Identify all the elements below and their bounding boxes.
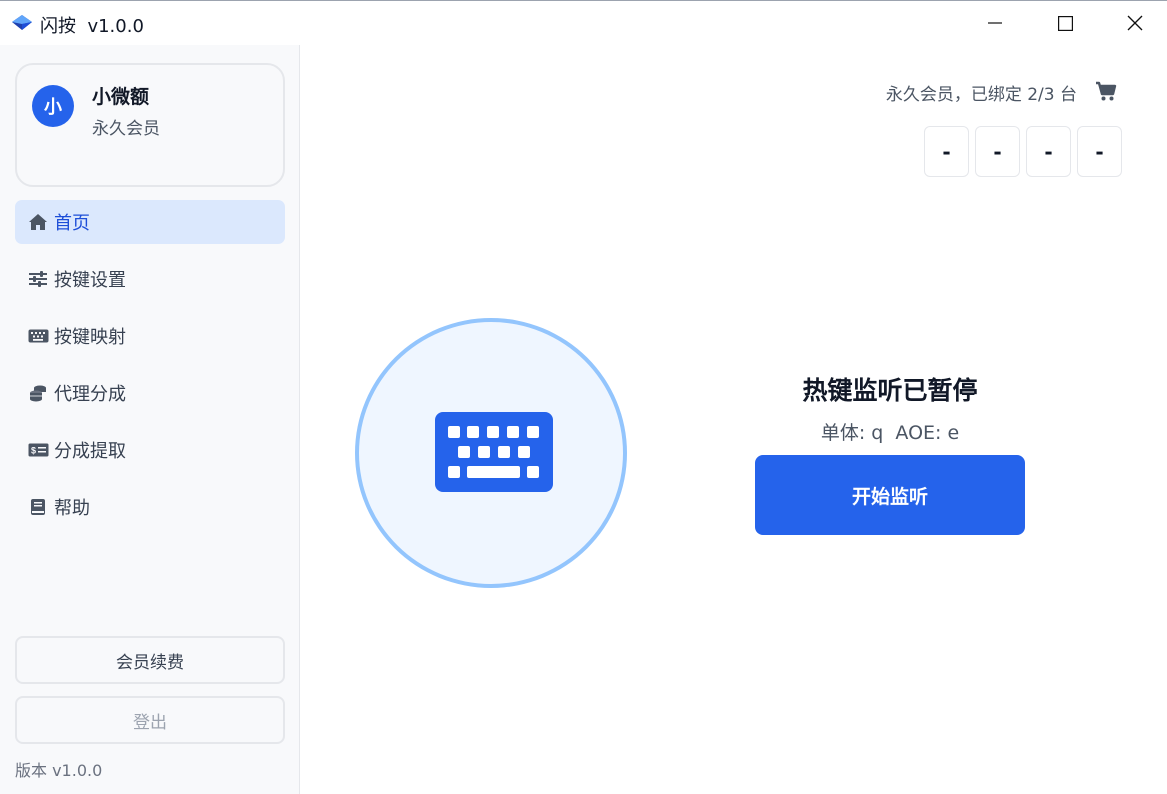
hotkey-binding-text: 单体: q AOE: e — [820, 422, 960, 444]
code-slot: - — [1077, 126, 1122, 177]
close-icon — [1127, 15, 1143, 31]
sidebar-item-label: 代理分成 — [54, 384, 126, 405]
cart-icon[interactable] — [1095, 80, 1117, 102]
sidebar-item-label: 按键映射 — [54, 327, 126, 348]
coins-icon — [27, 384, 49, 402]
keyboard-icon — [435, 412, 553, 496]
sidebar-item-label: 分成提取 — [54, 441, 126, 462]
user-role: 永久会员 — [92, 119, 160, 139]
sliders-icon — [27, 270, 49, 288]
keyboard-icon — [27, 327, 49, 345]
version-label: 版本 v1.0.0 — [15, 761, 103, 780]
keyboard-status-circle — [355, 318, 627, 588]
sidebar-item-label: 按键设置 — [54, 270, 126, 291]
user-card: 小 小微额 永久会员 — [15, 63, 285, 187]
sidebar-item-key-mapping[interactable]: 按键映射 — [15, 314, 285, 358]
renew-membership-button[interactable]: 会员续费 — [15, 636, 285, 684]
book-icon — [27, 498, 49, 516]
user-name: 小微额 — [92, 86, 150, 108]
money-bill-icon: $ — [27, 441, 49, 459]
home-icon — [27, 213, 49, 231]
sidebar-item-share-withdraw[interactable]: $ 分成提取 — [15, 428, 285, 472]
title-bar[interactable]: 闪按 v1.0.0 — [0, 0, 1167, 45]
code-slot: - — [924, 126, 969, 177]
maximize-icon — [1057, 15, 1073, 31]
sidebar-item-label: 帮助 — [54, 498, 90, 519]
sidebar-item-help[interactable]: 帮助 — [15, 485, 285, 529]
svg-text:$: $ — [31, 446, 36, 456]
start-listening-button[interactable]: 开始监听 — [755, 455, 1025, 535]
code-slot: - — [1026, 126, 1071, 177]
avatar: 小 — [32, 85, 74, 127]
hotkey-status-title: 热键监听已暂停 — [802, 376, 978, 405]
sidebar: 小 小微额 永久会员 首页 按键设置 按键映射 代理分成 $ 分成提取 帮助 会… — [0, 45, 300, 794]
sidebar-item-key-settings[interactable]: 按键设置 — [15, 257, 285, 301]
window-title: 闪按 v1.0.0 — [40, 16, 144, 37]
minimize-button[interactable] — [960, 1, 1030, 45]
close-button[interactable] — [1100, 1, 1167, 45]
logout-button[interactable]: 登出 — [15, 696, 285, 744]
minimize-icon — [988, 16, 1002, 30]
sidebar-item-agent-share[interactable]: 代理分成 — [15, 371, 285, 415]
app-window: 闪按 v1.0.0 小 小微额 永久会员 首页 按键设置 按键映射 代理分成 $… — [0, 0, 1167, 794]
sidebar-item-label: 首页 — [54, 213, 90, 234]
app-logo-icon — [11, 13, 33, 33]
maximize-button[interactable] — [1030, 1, 1100, 45]
code-slot: - — [975, 126, 1020, 177]
sidebar-item-home[interactable]: 首页 — [15, 200, 285, 244]
membership-status: 永久会员，已绑定 2/3 台 — [885, 85, 1077, 105]
